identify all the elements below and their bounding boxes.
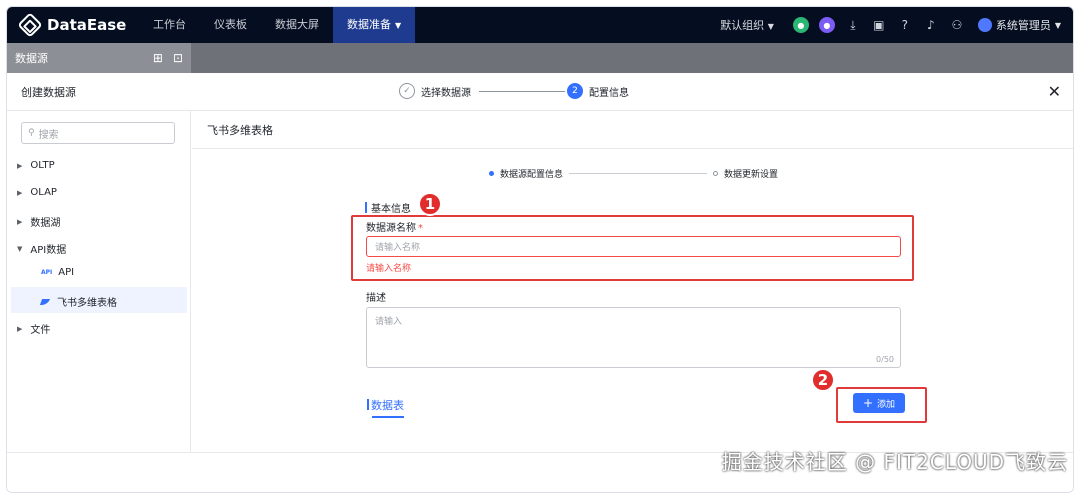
copilot-icon[interactable]: ● — [818, 17, 835, 33]
app-window: DataEase 工作台 仪表板 数据大屏 数据准备 ▼ 默认组织 ▼ ● ● ⤓… — [6, 6, 1074, 493]
step-number-current: 2 — [567, 83, 583, 99]
new-datasource-icon[interactable]: ⊡ — [173, 51, 183, 65]
user-menu[interactable]: 系统管理员 ▼ — [977, 17, 1061, 33]
nav-item-data-preparation-label: 数据准备 — [347, 18, 391, 31]
caret-right-icon: ▶ — [17, 217, 23, 226]
annotation-box-name — [351, 215, 914, 281]
section-bar — [365, 202, 367, 213]
annotation-badge-2: 2 — [811, 368, 835, 392]
nav-right-area: 默认组织 ▼ ● ● ⤓ ▣ ? ♪ ⚇ 系统管理员 ▼ — [720, 7, 1073, 43]
briefcase-icon[interactable]: ▣ — [871, 17, 887, 33]
section-basic-info: 基本信息 — [365, 200, 411, 215]
datasource-panel-header: 数据源 ⊞ ⊡ — [7, 43, 191, 73]
search-icon: ⚲ — [28, 128, 35, 138]
step-label-config: 配置信息 — [589, 87, 629, 99]
step-check-icon: ✓ — [399, 83, 415, 99]
sub-step-dot-inactive — [713, 171, 719, 176]
datasource-type-sidebar: ⚲ 搜索 ▶ OLTP ▶ OLAP ▶ 数据湖 ▼ API数据 API API 飞书多维… — [7, 111, 191, 492]
main-title: 飞书多维表格 — [192, 111, 1073, 149]
help-icon[interactable]: ? — [897, 17, 913, 33]
tree-item-label: OLTP — [30, 160, 55, 171]
ai-assistant-icon[interactable]: ● — [792, 17, 809, 33]
sub-step-connector — [569, 173, 708, 174]
tree-sub-item-api[interactable]: API API — [41, 267, 74, 278]
new-folder-icon[interactable]: ⊞ — [153, 51, 163, 65]
tab-underline — [372, 416, 404, 418]
tree-item-label: 文件 — [30, 325, 51, 336]
nav-item-dashboard[interactable]: 仪表板 — [200, 7, 261, 43]
tree-item-label: API数据 — [30, 245, 67, 256]
panel-title: 数据源 — [15, 52, 48, 65]
org-name: 默认组织 — [720, 19, 765, 32]
tree-item-label: 数据湖 — [30, 218, 61, 229]
tree-item-oltp[interactable]: ▶ OLTP — [17, 160, 55, 171]
tree-item-label: OLAP — [30, 187, 57, 198]
caret-right-icon: ▶ — [17, 324, 23, 333]
annotation-box-add — [836, 387, 927, 423]
caret-right-icon: ▶ — [17, 188, 23, 197]
tree-item-label: 飞书多维表格 — [57, 298, 117, 309]
nav-item-workbench[interactable]: 工作台 — [139, 7, 200, 43]
config-main-area: 飞书多维表格 数据源配置信息 数据更新设置 基本信息 数据源名称 * 请输入名称 … — [192, 111, 1073, 492]
caret-right-icon: ▶ — [17, 161, 23, 170]
tree-item-file[interactable]: ▶ 文件 — [17, 321, 51, 337]
avatar — [977, 18, 992, 32]
config-sub-steps: 数据源配置信息 数据更新设置 — [489, 167, 778, 180]
step-connector — [479, 90, 565, 92]
watermark-text: 掘金技术社区 @ FIT2CLOUD飞致云 — [721, 450, 1068, 474]
tab-data-tables[interactable]: 数据表 — [371, 397, 404, 413]
background-panel: 数据源 ⊞ ⊡ — [7, 43, 1073, 73]
description-field-label: 描述 — [366, 293, 386, 304]
user-name: 系统管理员 — [995, 19, 1051, 32]
org-structure-icon[interactable]: ⚇ — [949, 17, 965, 33]
section-basic-title: 基本信息 — [371, 204, 411, 215]
brand[interactable]: DataEase — [17, 12, 139, 38]
tree-sub-item-feishu[interactable]: 飞书多维表格 — [39, 294, 117, 309]
chevron-down-icon: ▼ — [767, 22, 774, 31]
sub-step-dot-active — [489, 171, 494, 176]
chevron-down-icon: ▼ — [395, 21, 402, 30]
chevron-down-icon: ▼ — [1054, 20, 1061, 30]
sub-step-label-config: 数据源配置信息 — [500, 170, 564, 180]
tree-item-data-lake[interactable]: ▶ 数据湖 — [17, 214, 61, 230]
tree-item-label: API — [58, 267, 75, 278]
description-textarea[interactable]: 请输入 0/50 — [366, 307, 901, 368]
dialog-header: 创建数据源 ✓ 选择数据源 2 配置信息 ✕ — [7, 73, 1073, 111]
step-label-select: 选择数据源 — [421, 87, 471, 99]
create-datasource-dialog: 创建数据源 ✓ 选择数据源 2 配置信息 ✕ ⚲ 搜索 ▶ OLTP ▶ OLAP … — [7, 73, 1073, 492]
tree-item-api-data[interactable]: ▼ API数据 — [17, 241, 67, 257]
top-navigation-bar: DataEase 工作台 仪表板 数据大屏 数据准备 ▼ 默认组织 ▼ ● ● ⤓… — [7, 7, 1073, 43]
dialog-steps: ✓ 选择数据源 2 配置信息 — [399, 83, 635, 99]
search-input[interactable]: ⚲ 搜索 — [21, 122, 175, 144]
caret-down-icon: ▼ — [17, 244, 23, 253]
close-icon[interactable]: ✕ — [1048, 82, 1061, 101]
nav-item-data-preparation[interactable]: 数据准备 ▼ — [333, 7, 416, 43]
bell-icon[interactable]: ♪ — [923, 17, 939, 33]
dataease-logo-icon — [17, 12, 43, 38]
tree-item-olap[interactable]: ▶ OLAP — [17, 187, 57, 198]
brand-name: DataEase — [47, 16, 127, 34]
sub-step-label-update: 数据更新设置 — [724, 170, 779, 180]
desc-placeholder: 请输入 — [375, 317, 403, 327]
download-icon[interactable]: ⤓ — [845, 17, 861, 33]
feishu-icon — [39, 298, 51, 305]
char-counter: 0/50 — [876, 355, 894, 364]
dialog-body: ⚲ 搜索 ▶ OLTP ▶ OLAP ▶ 数据湖 ▼ API数据 API API 飞书多维… — [7, 111, 1073, 492]
annotation-badge-1: 1 — [418, 192, 442, 216]
dialog-title: 创建数据源 — [21, 85, 76, 99]
org-selector[interactable]: 默认组织 ▼ — [720, 17, 774, 33]
search-placeholder: 搜索 — [38, 129, 59, 141]
nav-item-data-screen[interactable]: 数据大屏 — [261, 7, 333, 43]
api-icon: API — [41, 269, 53, 276]
tab-indicator-bar — [367, 399, 369, 410]
